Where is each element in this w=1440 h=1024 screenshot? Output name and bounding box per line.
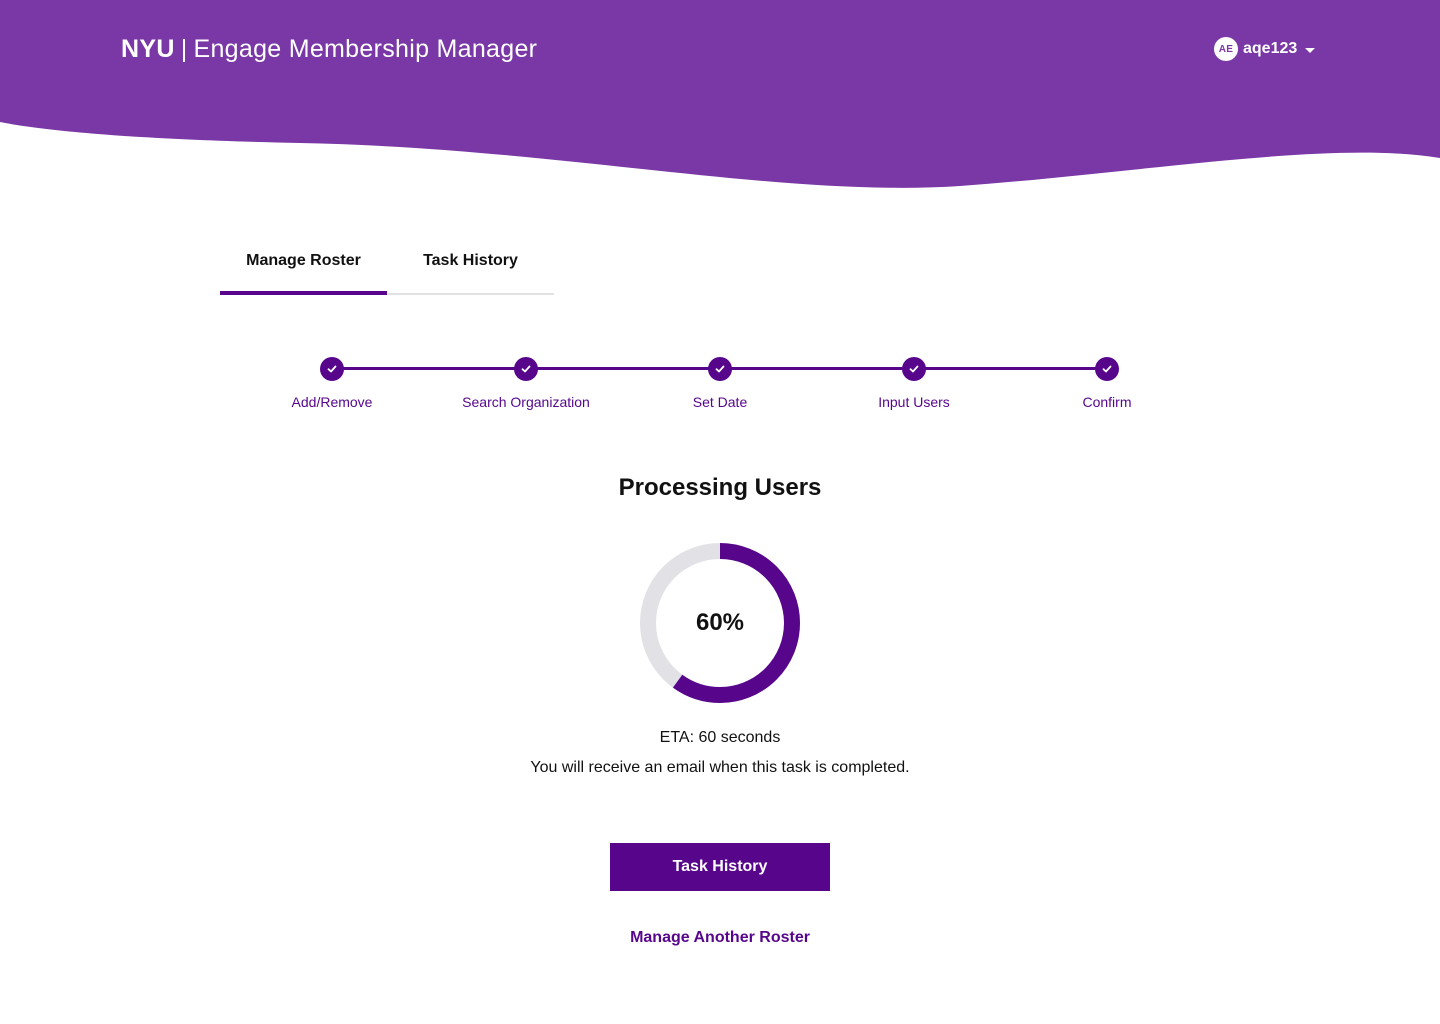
step-label: Confirm (1082, 394, 1132, 410)
check-icon (521, 365, 531, 373)
brand-name: NYU (121, 35, 175, 63)
app-name: Engage Membership Manager (193, 35, 538, 63)
step-input-users: Input Users (814, 357, 1014, 410)
step-label: Add/Remove (291, 394, 373, 410)
progress-ring: 60% (640, 543, 800, 703)
step-dot (320, 357, 344, 381)
check-icon (1102, 365, 1112, 373)
header-wave-background (0, 0, 1440, 188)
avatar: AE (1214, 37, 1238, 61)
step-add-remove: Add/Remove (232, 357, 432, 410)
step-label: Input Users (878, 394, 950, 410)
brand-separator: | (180, 35, 188, 63)
tab-task-history[interactable]: Task History (387, 240, 554, 293)
tab-manage-roster[interactable]: Manage Roster (220, 240, 387, 295)
caret-down-icon (1305, 47, 1316, 53)
check-icon (909, 365, 919, 373)
app-page: NYU | Engage Membership Manager AE aqe123 … (0, 0, 1440, 1024)
user-menu[interactable]: AE aqe123 (1214, 36, 1316, 62)
eta-text: ETA: 60 seconds (659, 729, 781, 746)
check-icon (327, 365, 337, 373)
app-brand: NYU | Engage Membership Manager (121, 33, 537, 65)
processing-title: Processing Users (618, 474, 822, 501)
step-label: Search Organization (462, 394, 590, 410)
email-notice: You will receive an email when this task… (530, 759, 910, 776)
task-history-button[interactable]: Task History (610, 843, 830, 891)
step-dot (1095, 357, 1119, 381)
progress-percent: 60% (695, 609, 745, 636)
step-label: Set Date (692, 394, 748, 410)
username: aqe123 (1243, 40, 1298, 57)
step-dot (708, 357, 732, 381)
check-icon (715, 365, 725, 373)
step-dot (514, 357, 538, 381)
step-dot (902, 357, 926, 381)
step-search-organization: Search Organization (426, 357, 626, 410)
step-set-date: Set Date (620, 357, 820, 410)
tab-bar: Manage Roster Task History (220, 240, 554, 295)
step-confirm: Confirm (1007, 357, 1207, 410)
manage-another-roster-link[interactable]: Manage Another Roster (630, 929, 810, 946)
manage-another-roster-wrapper: Manage Another Roster (0, 929, 1440, 947)
